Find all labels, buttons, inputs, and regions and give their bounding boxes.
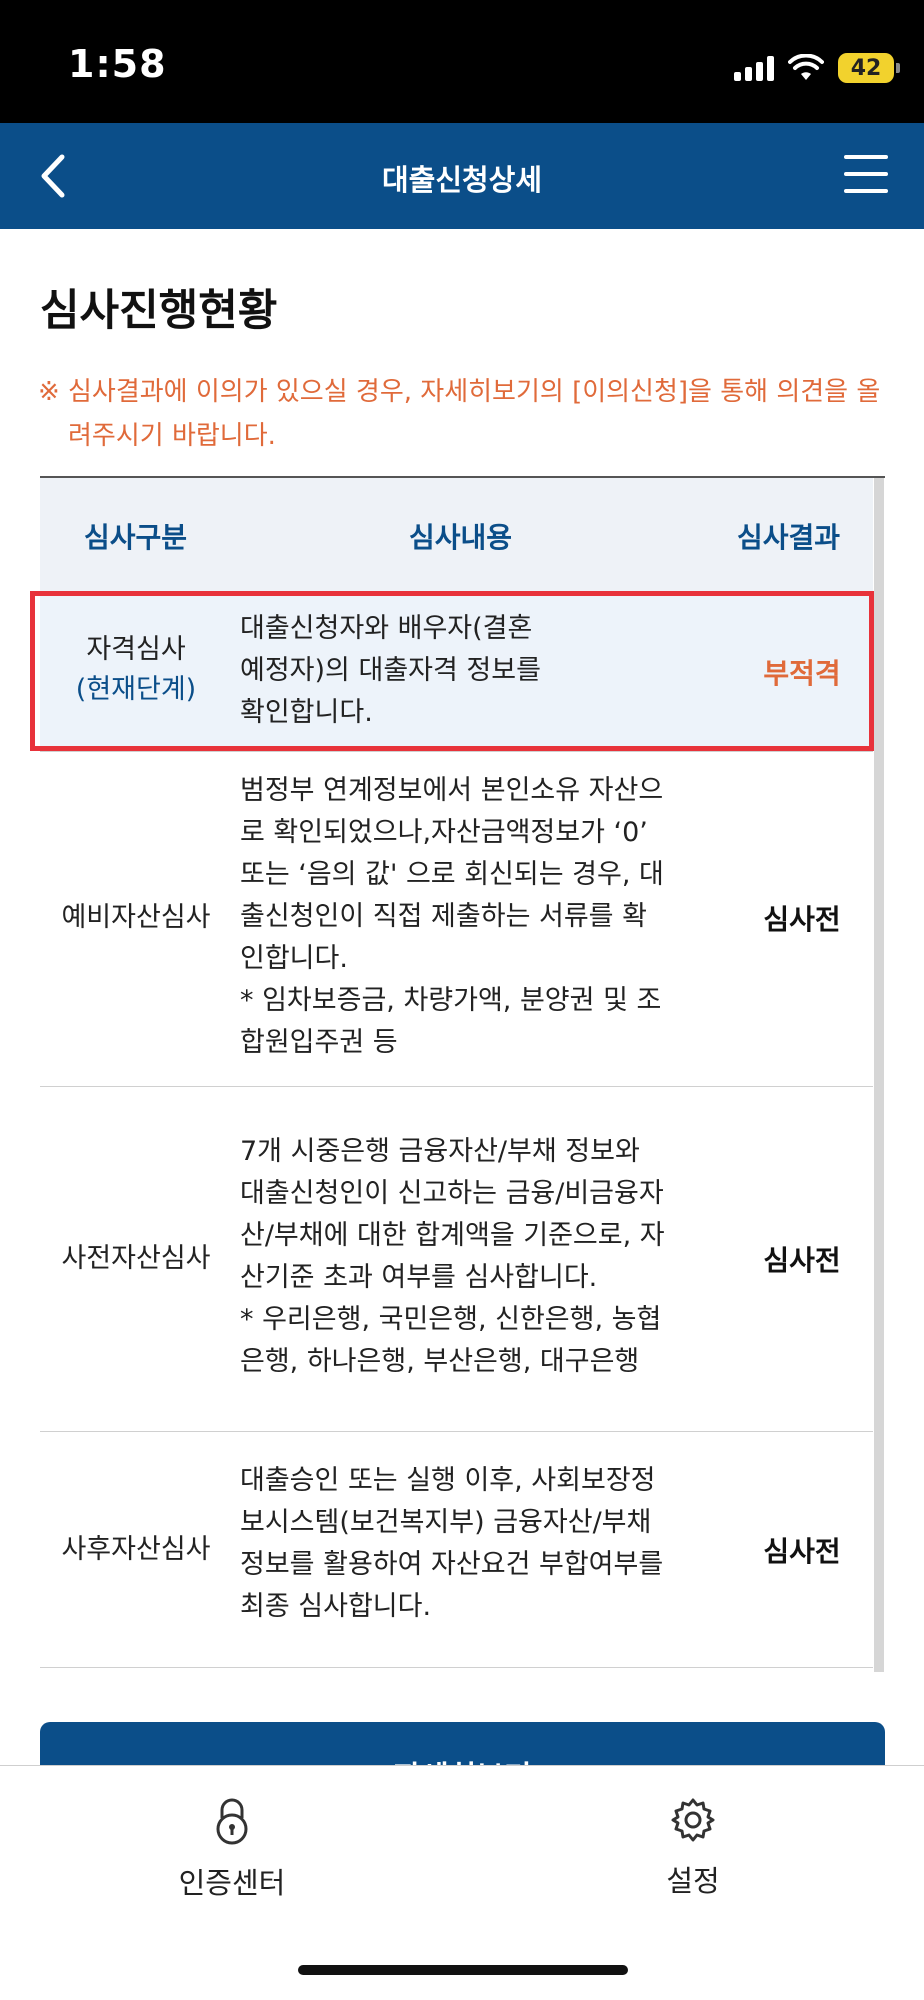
header-result: 심사결과 bbox=[737, 521, 841, 554]
table-row: 사후자산심사 대출승인 또는 실행 이후, 사회보장정 보시스템(보건복지부) … bbox=[40, 1432, 873, 1668]
nav-auth-center[interactable]: 인증센터 bbox=[132, 1796, 332, 1902]
review-description: 대출승인 또는 실행 이후, 사회보장정 보시스템(보건복지부) 금융자산/부채… bbox=[240, 1465, 664, 1622]
review-result: 심사전 bbox=[763, 903, 841, 936]
status-time: 1:58 bbox=[68, 42, 167, 86]
review-type: 사전자산심사 bbox=[61, 1243, 211, 1274]
section-title: 심사진행현황 bbox=[40, 286, 278, 336]
nav-settings[interactable]: 설정 bbox=[593, 1796, 793, 1900]
nav-label: 설정 bbox=[666, 1864, 720, 1898]
notice-mark: ※ bbox=[38, 377, 60, 407]
lock-icon bbox=[216, 1798, 248, 1845]
review-result: 심사전 bbox=[763, 1244, 841, 1277]
table-row: 예비자산심사 범정부 연계정보에서 본인소유 자산으 로 확인되었으나,자산금액… bbox=[40, 752, 873, 1087]
battery-icon: 42 bbox=[838, 53, 900, 83]
table-header: 심사구분 심사내용 심사결과 bbox=[40, 478, 873, 592]
review-description: 7개 시중은행 금융자산/부채 정보와 대출신청인이 신고하는 금융/비금융자 … bbox=[240, 1136, 665, 1377]
hamburger-icon bbox=[844, 155, 888, 159]
status-bar: 1:58 42 bbox=[0, 0, 924, 123]
review-type: 예비자산심사 bbox=[61, 902, 211, 933]
app-header: 대출신청상세 bbox=[0, 123, 924, 229]
header-content: 심사내용 bbox=[409, 521, 513, 554]
notice: ※ 심사결과에 이의가 있으실 경우, 자세히보기의 [이의신청]을 통해 의견… bbox=[38, 370, 888, 458]
review-type: 사후자산심사 bbox=[61, 1534, 211, 1565]
nav-label: 인증센터 bbox=[178, 1866, 286, 1900]
scrollbar[interactable] bbox=[874, 478, 884, 1672]
page-title: 대출신청상세 bbox=[381, 163, 543, 197]
wifi-icon bbox=[788, 54, 824, 80]
menu-button[interactable] bbox=[844, 155, 888, 195]
table-row: 사전자산심사 7개 시중은행 금융자산/부채 정보와 대출신청인이 신고하는 금… bbox=[40, 1087, 873, 1432]
gear-icon bbox=[671, 1798, 715, 1842]
header-type: 심사구분 bbox=[84, 521, 188, 554]
notice-text: 심사결과에 이의가 있으실 경우, 자세히보기의 [이의신청]을 통해 의견을 … bbox=[68, 377, 881, 451]
review-result: 심사전 bbox=[763, 1535, 841, 1568]
highlight-box bbox=[30, 591, 874, 751]
home-indicator bbox=[298, 1965, 628, 1975]
signal-icon bbox=[734, 55, 774, 81]
review-description: 범정부 연계정보에서 본인소유 자산으 로 확인되었으나,자산금액정보가 ‘0’… bbox=[240, 775, 664, 1058]
status-icons: 42 bbox=[734, 48, 900, 88]
